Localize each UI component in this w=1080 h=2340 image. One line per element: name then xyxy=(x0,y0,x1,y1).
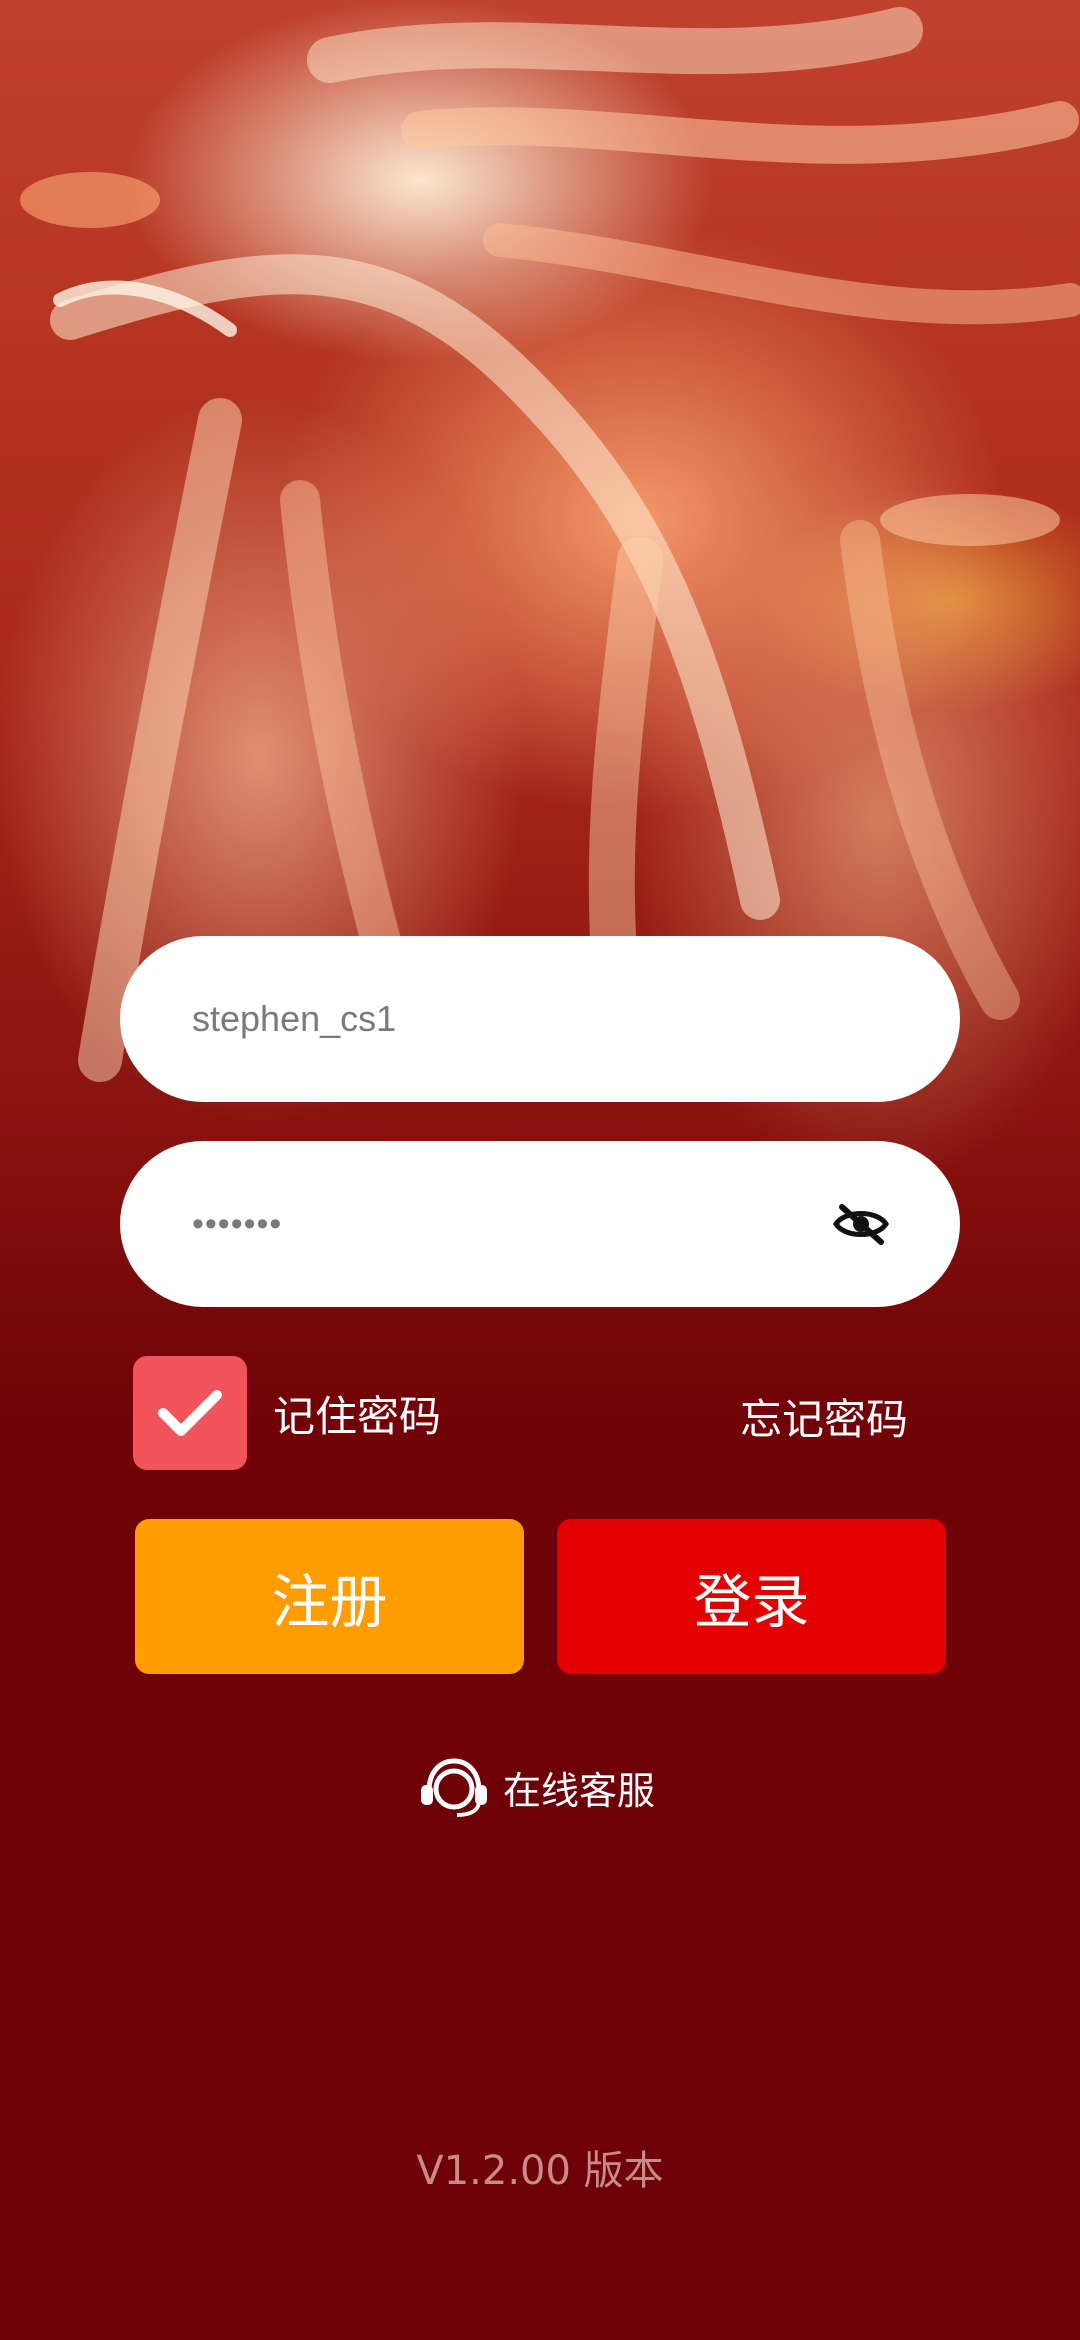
password-value[interactable]: ••••••• xyxy=(192,1205,832,1244)
register-button[interactable]: 注册 xyxy=(135,1519,524,1674)
username-field[interactable]: stephen_cs1 xyxy=(120,936,960,1102)
username-value[interactable]: stephen_cs1 xyxy=(192,998,890,1040)
online-support-button[interactable]: 在线客服 xyxy=(417,1755,655,1819)
eye-slash-icon[interactable] xyxy=(832,1201,890,1247)
headset-icon xyxy=(421,1758,487,1817)
checkmark-icon xyxy=(158,1390,222,1436)
remember-password-label: 记住密码 xyxy=(273,1391,442,1441)
password-field[interactable]: ••••••• xyxy=(120,1141,960,1307)
login-button[interactable]: 登录 xyxy=(557,1519,946,1674)
app-version: V1.2.00 版本 xyxy=(416,2148,664,2194)
online-support-label: 在线客服 xyxy=(503,1768,656,1813)
phoenix-background-image xyxy=(0,0,1080,1580)
forgot-password-link[interactable]: 忘记密码 xyxy=(740,1386,908,1447)
remember-password-toggle[interactable]: 记住密码 xyxy=(133,1356,441,1470)
remember-password-checkbox[interactable] xyxy=(133,1356,247,1470)
